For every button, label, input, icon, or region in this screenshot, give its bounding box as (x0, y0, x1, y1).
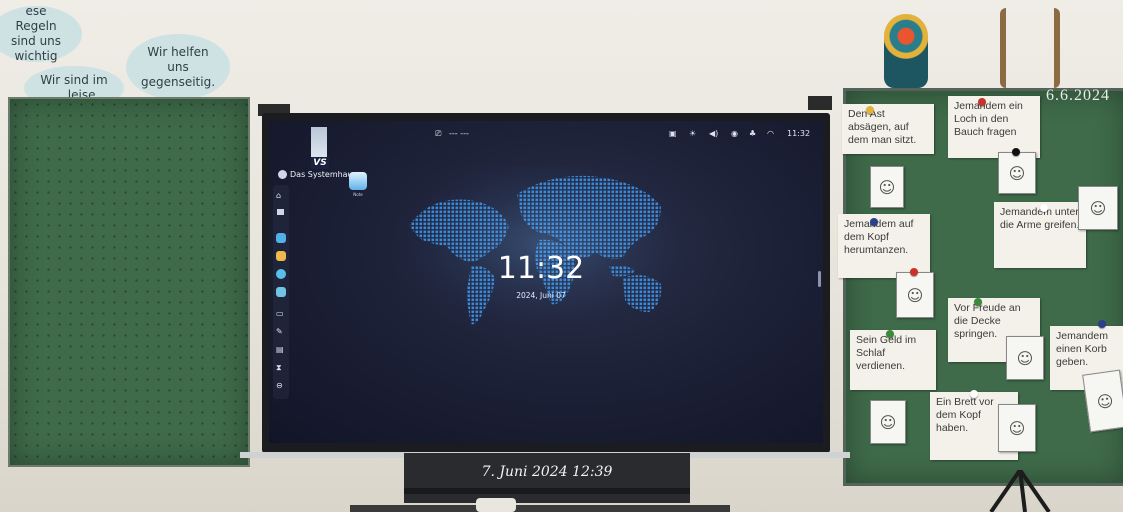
illustration-card: ☺ (1006, 336, 1044, 380)
brand-logo-icon (278, 170, 287, 179)
idiom-card-text: Jemandem ein Loch in den Bauch fragen (954, 100, 1023, 138)
paper-decoration-figure (884, 14, 928, 88)
pushpin (970, 390, 978, 398)
home-icon[interactable]: ⌂ (276, 191, 281, 200)
illustration-card: ☺ (998, 404, 1036, 452)
illustration-card: ☺ (998, 152, 1036, 194)
brand-badge: VS (311, 157, 329, 169)
clock-date: 2024, Juni 07 (516, 291, 566, 300)
side-drawer-handle[interactable] (818, 271, 821, 287)
pushpin (910, 268, 918, 276)
brightness-icon[interactable]: ☀ (689, 129, 696, 138)
soundbar (404, 488, 690, 494)
brand-name: Das Systemhaus (290, 170, 357, 179)
pushpin (1040, 204, 1048, 212)
network-icon[interactable]: ♣ (749, 129, 756, 138)
wall-bubble-help-text: Wir helfen uns gegenseitig. (140, 44, 216, 89)
left-chalkboard (8, 97, 250, 467)
photo-timestamp-caption: 7. Juni 2024 12:39 (481, 464, 613, 480)
board-date: 6.6.2024 (1046, 87, 1110, 104)
pushpin (866, 106, 874, 114)
idiom-card: Sein Geld im Schlaf verdienen. (850, 330, 936, 390)
easel-tripod (989, 470, 1051, 512)
more-icon[interactable]: ⊖ (276, 381, 283, 390)
status-time: 11:32 (787, 129, 811, 138)
pushpin (1012, 148, 1020, 156)
app-shortcut-icon[interactable] (276, 233, 286, 243)
right-board-hinge (808, 96, 832, 110)
illustration-card: ☺ (870, 166, 904, 208)
whiteboard-app-icon[interactable] (276, 287, 286, 297)
cable-tray (350, 505, 730, 512)
pushpin (870, 218, 878, 226)
cloth (476, 498, 516, 512)
top-center-label: --- --- (449, 129, 469, 138)
idiom-card: Den Ast absägen, auf dem man sitzt. (842, 104, 934, 154)
idiom-card: Jemandem unter die Arme greifen. (994, 202, 1086, 268)
illustration-card: ☺ (1078, 186, 1118, 230)
gallery-icon[interactable]: ▣ (669, 129, 677, 138)
idiom-card: Jemandem ein Loch in den Bauch fragen (948, 96, 1040, 158)
idiom-card-text: Sein Geld im Schlaf verdienen. (856, 334, 917, 372)
display-screen: VS Das Systemhaus Note ⌂ ▭ ✎ ▤ ⧗ ⊖ ⎚ ---… (269, 121, 823, 443)
pushpin (974, 298, 982, 306)
idiom-card-text: Den Ast absägen, auf dem man sitzt. (848, 108, 917, 146)
clock-time: 11:32 (497, 251, 585, 286)
volume-icon[interactable]: ◀) (709, 129, 718, 138)
screenshot-icon[interactable]: ▭ (276, 309, 284, 318)
wall-bubble-help: Wir helfen uns gegenseitig. (126, 34, 230, 100)
wooden-branch-decoration (1000, 8, 1060, 88)
browser-app-icon[interactable] (276, 269, 286, 279)
idiom-card-text: Jemandem einen Korb geben. (1056, 330, 1108, 368)
input-source-icon[interactable]: ⎚ (435, 129, 441, 139)
timer-icon[interactable]: ⧗ (276, 363, 282, 373)
window-icon[interactable] (277, 209, 284, 215)
pushpin (886, 330, 894, 338)
folder-app-icon[interactable] (276, 251, 286, 261)
pushpin (978, 98, 986, 106)
illustration-card: ☺ (1082, 369, 1123, 433)
pushpin (1098, 320, 1106, 328)
idiom-card-text: Jemandem auf dem Kopf herumtanzen. (844, 218, 914, 256)
note-app-label: Note (353, 192, 363, 197)
idiom-card-text: Vor Freude an die Decke springen. (954, 302, 1021, 340)
idiom-card-text: Ein Brett vor dem Kopf haben. (936, 396, 994, 434)
illustration-card: ☺ (896, 272, 934, 318)
note-app-icon[interactable] (349, 172, 367, 190)
split-screen-icon[interactable]: ▤ (276, 345, 284, 354)
annotate-pen-icon[interactable]: ✎ (276, 327, 283, 336)
illustration-card: ☺ (870, 400, 906, 444)
wall-bubble-rules-text: ese Regeln sind uns wichtig (10, 4, 62, 63)
eye-care-icon[interactable]: ◉ (731, 129, 738, 138)
wifi-icon[interactable]: ◠ (767, 129, 774, 138)
